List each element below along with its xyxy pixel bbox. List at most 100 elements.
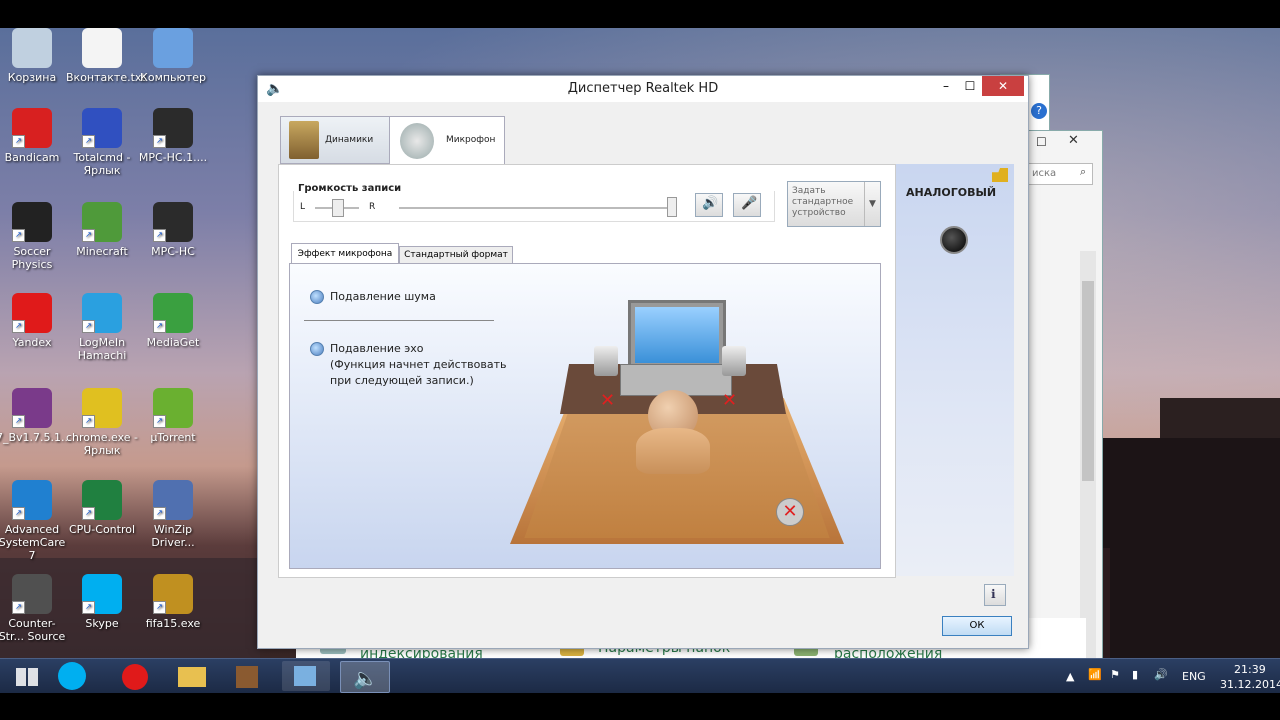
desktop-icon[interactable]: ↗ MPC-HC <box>137 202 209 258</box>
scrollbar[interactable] <box>1080 251 1096 681</box>
tray-chevron-up-icon[interactable]: ▲ <box>1066 670 1074 683</box>
analog-label: АНАЛОГОВЫЙ <box>906 186 997 199</box>
desktop-icon[interactable]: ↗ µTorrent <box>137 388 209 444</box>
desktop-icon[interactable]: ↗ Totalcmd - Ярлык <box>66 108 138 177</box>
maximize-icon[interactable]: ☐ <box>958 76 982 96</box>
desktop-icon[interactable]: ↗ Skype <box>66 574 138 630</box>
desktop-icon[interactable]: ↗ fifa15.exe <box>137 574 209 630</box>
realtek-speaker-icon[interactable]: 🔈 <box>340 661 390 693</box>
desktop-icon-label: CPU-Control <box>68 523 136 536</box>
speaker-left-icon <box>594 346 618 376</box>
mediaget-icon: ↗ <box>153 293 193 333</box>
desktop-icon[interactable]: ↗ Minecraft <box>66 202 138 258</box>
shortcut-arrow-icon: ↗ <box>82 229 95 242</box>
tray-flag-icon[interactable]: ⚑ <box>1110 668 1120 681</box>
desktop-icon-label: Bandicam <box>4 151 60 164</box>
desktop-icon[interactable]: ↗ Advanced SystemCare 7 <box>0 480 68 562</box>
content-panel: Громкость записи L R 🔊 🎤 Задать стандарт… <box>278 164 896 578</box>
mic-boost-button[interactable]: 🎤 <box>733 193 761 217</box>
shortcut-arrow-icon: ↗ <box>153 601 166 614</box>
mic-blocked-icon: ✕ <box>776 498 804 526</box>
minecraft-icon: ↗ <box>82 202 122 242</box>
windows-start-icon[interactable] <box>4 661 52 691</box>
tray-battery-icon[interactable]: ▮ <box>1132 668 1138 681</box>
maximize-icon[interactable]: ☐ <box>1036 135 1047 149</box>
desktop-icon[interactable]: ↗ Soccer Physics <box>0 202 68 271</box>
desktop-icon[interactable]: ↗ WinZip Driver... <box>137 480 209 549</box>
dialog-title: Диспетчер Realtek HD <box>567 81 719 96</box>
desktop-icon-label: Counter-Str... Source <box>0 617 66 643</box>
desktop-icon[interactable]: Компьютер <box>137 28 209 84</box>
noise-suppression-radio[interactable] <box>310 290 324 304</box>
skype-icon[interactable] <box>58 662 86 690</box>
title-bar[interactable]: 🔈 Диспетчер Realtek HD – ☐ ✕ <box>258 76 1028 102</box>
desktop-icon[interactable]: ↗ MPC-HC.1.... <box>137 108 209 164</box>
speakers-icon <box>289 121 319 159</box>
info-icon: ℹ <box>991 587 996 601</box>
shortcut-arrow-icon: ↗ <box>12 601 25 614</box>
desktop-icon[interactable]: Вконтакте.txt <box>66 28 146 84</box>
balance-slider-thumb[interactable] <box>332 199 344 217</box>
scrollbar-thumb[interactable] <box>1082 281 1094 481</box>
floppy-icon: ↗ <box>82 108 122 148</box>
analog-jack-icon[interactable] <box>940 226 968 254</box>
desktop-icon[interactable]: ↗ chrome.exe - Ярлык <box>66 388 138 457</box>
tab-microphone[interactable]: Микрофон <box>389 116 505 165</box>
folder-icon[interactable] <box>992 168 1008 182</box>
desktop-icon[interactable]: ↗ Yandex <box>0 293 68 349</box>
tray-volume-icon[interactable]: 🔊 <box>1154 668 1168 681</box>
balance-left-label: L <box>300 202 306 212</box>
desktop-icon[interactable]: ↗ Bandicam <box>0 108 68 164</box>
balance-right-label: R <box>369 202 376 212</box>
language-indicator[interactable]: ENG <box>1182 670 1206 683</box>
chip-icon: ↗ <box>82 480 122 520</box>
taskbar: 🔈 ▲ 📶 ⚑ ▮ 🔊 ENG 21:39 31.12.2014 <box>0 658 1280 693</box>
mic-icon: 🎤 <box>741 196 758 211</box>
text-file-icon <box>82 28 122 68</box>
clock-date[interactable]: 31.12.2014 <box>1220 678 1280 691</box>
noise-suppression-label: Подавление шума <box>330 290 436 303</box>
ok-button[interactable]: ОК <box>942 616 1012 636</box>
set-default-device-button[interactable]: Задать стандартное устройство ▼ <box>787 181 881 227</box>
set-default-device-label: Задать стандартное устройство <box>792 186 854 218</box>
subtab-mic-effect[interactable]: Эффект микрофона <box>291 243 399 264</box>
desktop-icon[interactable]: ↗ Counter-Str... Source <box>0 574 68 643</box>
desktop-icon[interactable]: ↗ 7_Bv1.7.5.1... <box>0 388 72 444</box>
help-icon[interactable]: ? <box>1031 103 1047 119</box>
laptop-display <box>635 307 719 363</box>
unity-icon: ↗ <box>12 202 52 242</box>
clock-time[interactable]: 21:39 <box>1234 663 1266 676</box>
minecraft-icon[interactable] <box>224 661 272 691</box>
shortcut-arrow-icon: ↗ <box>82 320 95 333</box>
volume-slider-thumb[interactable] <box>667 197 677 217</box>
minimize-icon[interactable]: – <box>934 76 958 96</box>
subtab-default-format[interactable]: Стандартный формат <box>399 246 513 264</box>
mute-button[interactable]: 🔊 <box>695 193 723 217</box>
skype-icon: ↗ <box>82 574 122 614</box>
desktop-icon-label: MPC-HC.1.... <box>138 151 208 164</box>
chevron-down-icon[interactable]: ▼ <box>864 182 880 226</box>
echo-cancellation-radio[interactable] <box>310 342 324 356</box>
explorer-icon[interactable] <box>168 661 216 691</box>
close-icon[interactable]: ✕ <box>982 76 1024 96</box>
shortcut-arrow-icon: ↗ <box>153 135 166 148</box>
speaker-right-icon <box>722 346 746 376</box>
yandex-icon[interactable] <box>112 661 160 691</box>
volume-slider[interactable] <box>399 207 669 209</box>
desktop-icon[interactable]: ↗ CPU-Control <box>66 480 138 536</box>
desktop-icon-label: Компьютер <box>140 71 206 84</box>
tab-speakers[interactable]: Динамики <box>280 116 390 164</box>
desktop-icon-label: chrome.exe - Ярлык <box>66 431 138 457</box>
bandicam-icon: ↗ <box>12 108 52 148</box>
terrain-block <box>1100 438 1280 692</box>
control-panel-icon[interactable] <box>282 661 330 691</box>
desktop-icon[interactable]: Корзина <box>0 28 68 84</box>
desktop-icon[interactable]: ↗ MediaGet <box>137 293 209 349</box>
tray-network-icon[interactable]: 📶 <box>1088 668 1102 681</box>
divider <box>304 320 494 321</box>
blocked-x-icon: ✕ <box>600 390 616 411</box>
close-icon[interactable]: ✕ <box>1068 133 1079 148</box>
desktop-icon[interactable]: ↗ LogMeIn Hamachi <box>66 293 138 362</box>
desktop-icon-label: LogMeIn Hamachi <box>77 336 127 362</box>
info-button[interactable]: ℹ <box>984 584 1006 606</box>
